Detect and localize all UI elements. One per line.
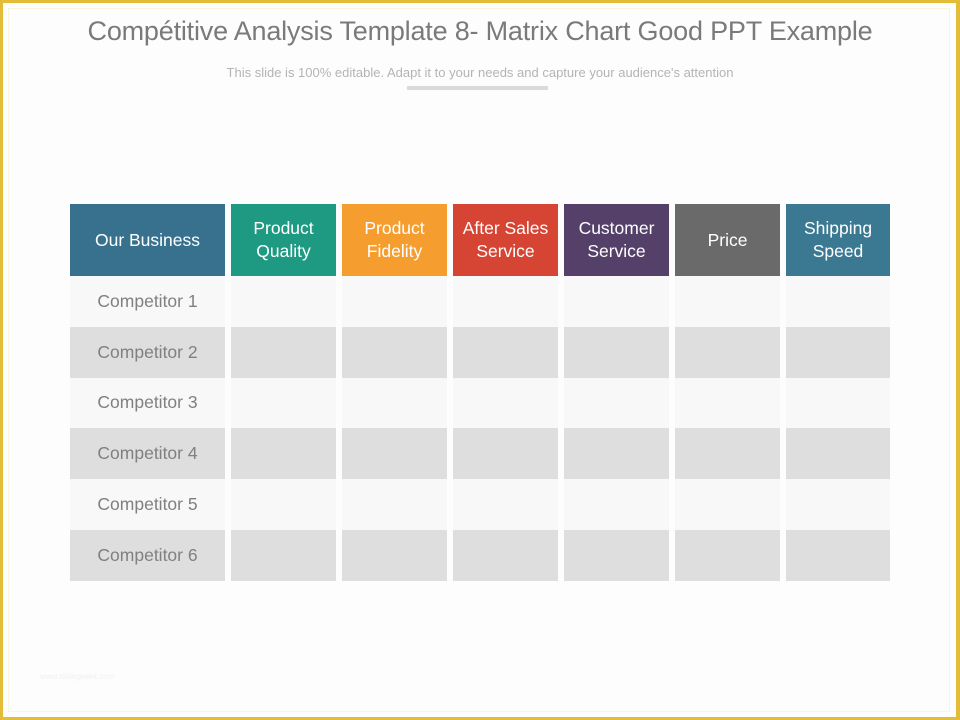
competitive-matrix-table: Our Business Product Quality Product Fidel…: [70, 204, 890, 581]
matrix-cell[interactable]: [453, 377, 558, 429]
matrix-cell[interactable]: [342, 479, 447, 530]
matrix-cell[interactable]: [231, 428, 336, 480]
matrix-cell[interactable]: [786, 479, 890, 530]
matrix-cell[interactable]: [675, 377, 780, 429]
matrix-cell[interactable]: [564, 276, 669, 327]
matrix-cell[interactable]: [564, 479, 669, 530]
header-cell-product-fidelity: Product Fidelity: [342, 204, 447, 276]
title-underline-divider: [407, 86, 548, 90]
matrix-cell[interactable]: [564, 428, 669, 480]
matrix-cell[interactable]: [675, 530, 780, 581]
competitor-label: Competitor 6: [70, 530, 225, 581]
competitor-label: Competitor 2: [70, 326, 225, 378]
slide-title: Compétitive Analysis Template 8- Matrix …: [87, 16, 873, 46]
matrix-cell[interactable]: [564, 530, 669, 581]
competitor-label: Competitor 3: [70, 377, 225, 429]
matrix-cell[interactable]: [342, 377, 447, 429]
table-row: Competitor 1: [70, 276, 890, 327]
matrix-cell[interactable]: [453, 276, 558, 327]
header-label: Our Business: [94, 229, 201, 250]
matrix-cell[interactable]: [786, 326, 890, 378]
header-cell-shipping-speed: Shipping Speed: [786, 204, 890, 276]
matrix-cell[interactable]: [564, 326, 669, 378]
matrix-cell[interactable]: [342, 530, 447, 581]
competitor-label: Competitor 4: [70, 428, 225, 480]
matrix-cell[interactable]: [675, 428, 780, 480]
matrix-cell[interactable]: [453, 530, 558, 581]
matrix-cell[interactable]: [453, 479, 558, 530]
table-row: Competitor 2: [70, 326, 890, 378]
matrix-cell[interactable]: [786, 530, 890, 581]
matrix-cell[interactable]: [675, 479, 780, 530]
header-cell-customer-service: Customer Service: [564, 204, 669, 276]
matrix-cell[interactable]: [786, 377, 890, 429]
header-cell-price: Price: [675, 204, 780, 276]
competitor-label: Competitor 1: [70, 276, 225, 327]
matrix-cell[interactable]: [453, 326, 558, 378]
matrix-cell[interactable]: [231, 479, 336, 530]
slide-subtitle: This slide is 100% editable. Adapt it to…: [226, 65, 734, 80]
table-row: Competitor 3: [70, 377, 890, 429]
matrix-cell[interactable]: [231, 326, 336, 378]
table-row: Competitor 4: [70, 428, 890, 480]
matrix-cell[interactable]: [453, 428, 558, 480]
header-cell-after-sales-service: After Sales Service: [453, 204, 558, 276]
matrix-cell[interactable]: [564, 377, 669, 429]
footer-watermark: www.slidegeeks.com: [40, 672, 115, 681]
matrix-cell[interactable]: [675, 326, 780, 378]
matrix-cell[interactable]: [786, 428, 890, 480]
matrix-cell[interactable]: [786, 276, 890, 327]
competitor-label: Competitor 5: [70, 479, 225, 530]
matrix-cell[interactable]: [231, 276, 336, 327]
header-label: Product Quality: [253, 218, 314, 261]
header-label: After Sales Service: [462, 218, 549, 261]
matrix-cell[interactable]: [231, 530, 336, 581]
matrix-cell[interactable]: [342, 326, 447, 378]
table-row: Competitor 6: [70, 530, 890, 581]
header-label: Product Fidelity: [364, 218, 425, 261]
header-label: Price: [707, 229, 748, 250]
header-label: Shipping Speed: [803, 218, 873, 261]
header-cell-product-quality: Product Quality: [231, 204, 336, 276]
matrix-cell[interactable]: [342, 276, 447, 327]
header-cell-our-business: Our Business: [70, 204, 225, 276]
header-label: Customer Service: [578, 218, 655, 261]
matrix-cell[interactable]: [231, 377, 336, 429]
matrix-cell[interactable]: [342, 428, 447, 480]
matrix-cell[interactable]: [675, 276, 780, 327]
table-row: Competitor 5: [70, 479, 890, 530]
